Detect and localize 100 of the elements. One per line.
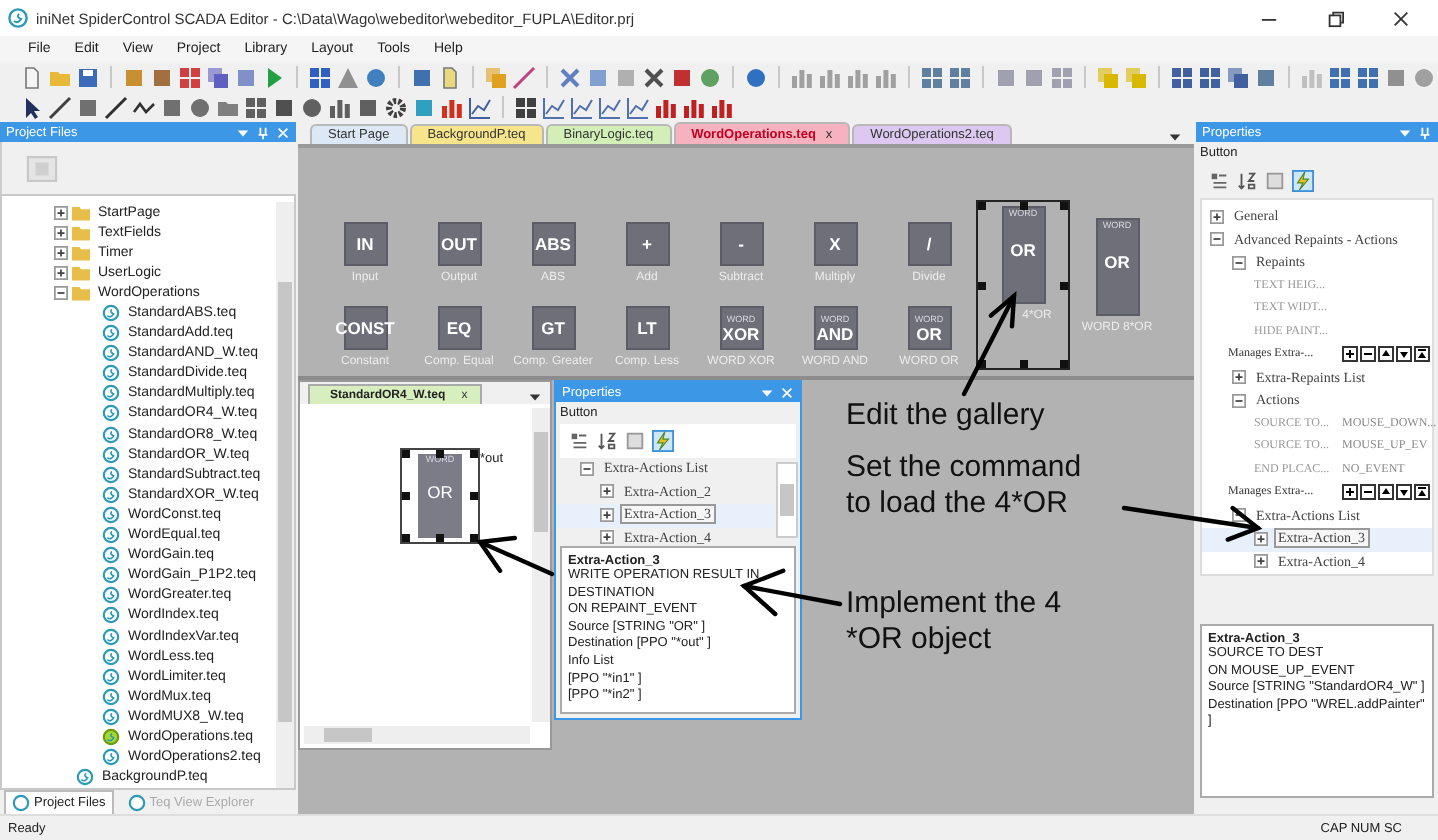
remove-icon[interactable] bbox=[1360, 484, 1376, 501]
expand-icon[interactable] bbox=[1254, 554, 1268, 569]
categorized-icon[interactable] bbox=[568, 430, 590, 452]
scrollbar[interactable] bbox=[776, 462, 798, 538]
function-block[interactable]: + bbox=[625, 222, 669, 266]
move-down-icon[interactable] bbox=[1396, 484, 1412, 501]
circle-icon[interactable] bbox=[698, 65, 722, 89]
expand-icon[interactable] bbox=[1232, 370, 1246, 385]
expand-icon[interactable] bbox=[600, 507, 614, 522]
dropdown-icon[interactable] bbox=[528, 390, 542, 404]
remove-icon[interactable] bbox=[1360, 346, 1376, 363]
chart-icon[interactable] bbox=[626, 95, 650, 119]
expand-icon[interactable] bbox=[600, 530, 614, 545]
circle-icon[interactable] bbox=[744, 65, 768, 89]
scrollbar[interactable] bbox=[532, 408, 550, 722]
grid-icon[interactable] bbox=[1170, 65, 1194, 89]
grid-icon[interactable] bbox=[514, 95, 538, 119]
gear-icon[interactable] bbox=[384, 95, 408, 119]
sort-icon[interactable] bbox=[1236, 170, 1258, 192]
function-block[interactable]: - bbox=[719, 222, 763, 266]
sort-icon[interactable] bbox=[596, 430, 618, 452]
square-icon[interactable] bbox=[76, 95, 100, 119]
top-icon[interactable] bbox=[1414, 346, 1430, 363]
bars-icon[interactable] bbox=[874, 65, 898, 89]
bars-icon[interactable] bbox=[846, 65, 870, 89]
chart-icon[interactable] bbox=[468, 95, 492, 119]
grid-icon[interactable] bbox=[1356, 65, 1380, 89]
maximize-icon[interactable] bbox=[1326, 9, 1344, 27]
function-block[interactable]: OUT bbox=[437, 222, 481, 266]
circle-icon[interactable] bbox=[300, 95, 324, 119]
add-icon[interactable] bbox=[1342, 346, 1358, 363]
file-icon bbox=[127, 793, 146, 811]
add-icon[interactable] bbox=[1342, 484, 1358, 501]
line-icon[interactable] bbox=[48, 95, 72, 119]
grid-icon[interactable] bbox=[244, 95, 268, 119]
bars-icon[interactable] bbox=[440, 95, 464, 119]
chart-icon[interactable] bbox=[598, 95, 622, 119]
expand-icon[interactable] bbox=[600, 484, 614, 499]
square-icon[interactable] bbox=[670, 65, 694, 89]
annotation-text: Implement the 4 *OR object bbox=[846, 586, 1064, 658]
move-down-icon[interactable] bbox=[1396, 346, 1412, 363]
top-icon[interactable] bbox=[1414, 484, 1430, 501]
lightning-icon[interactable] bbox=[1292, 170, 1314, 192]
lightning-icon[interactable] bbox=[652, 430, 674, 452]
layers-icon[interactable] bbox=[206, 65, 230, 89]
collapse-icon[interactable] bbox=[1232, 255, 1246, 270]
function-block[interactable]: ABS bbox=[531, 222, 575, 266]
square-icon[interactable] bbox=[1254, 65, 1278, 89]
collapse-icon[interactable] bbox=[1232, 393, 1246, 408]
function-block[interactable]: EQ bbox=[437, 306, 481, 350]
scrollbar[interactable] bbox=[276, 202, 294, 788]
collapse-icon[interactable] bbox=[54, 285, 68, 300]
square-icon[interactable] bbox=[356, 95, 380, 119]
circle-icon[interactable] bbox=[1412, 65, 1436, 89]
grid-icon[interactable] bbox=[1328, 65, 1352, 89]
bars-icon[interactable] bbox=[710, 95, 734, 119]
chart-icon[interactable] bbox=[570, 95, 594, 119]
cursor-icon[interactable] bbox=[20, 95, 44, 119]
cross-icon[interactable] bbox=[558, 65, 582, 89]
line-icon[interactable] bbox=[104, 95, 128, 119]
function-block[interactable]: X bbox=[813, 222, 857, 266]
collapse-icon[interactable] bbox=[1210, 232, 1224, 247]
file-icon bbox=[12, 793, 30, 811]
function-block[interactable]: / bbox=[907, 222, 951, 266]
grid-icon[interactable] bbox=[178, 65, 202, 89]
close-icon[interactable] bbox=[1392, 9, 1410, 27]
bars-icon[interactable] bbox=[682, 95, 706, 119]
scrollbar[interactable] bbox=[304, 726, 530, 744]
triangle-icon[interactable] bbox=[336, 65, 360, 89]
bars-icon[interactable] bbox=[818, 65, 842, 89]
square-icon[interactable] bbox=[272, 95, 296, 119]
chart-icon[interactable] bbox=[542, 95, 566, 119]
bars-icon[interactable] bbox=[790, 65, 814, 89]
pin-icon[interactable] bbox=[256, 125, 270, 139]
square-icon[interactable] bbox=[410, 65, 434, 89]
bars-icon[interactable] bbox=[654, 95, 678, 119]
layers-icon[interactable] bbox=[1226, 65, 1250, 89]
expand-icon[interactable] bbox=[54, 225, 68, 240]
function-block[interactable]: LT bbox=[625, 306, 669, 350]
app-icon bbox=[8, 8, 28, 28]
move-up-icon[interactable] bbox=[1378, 484, 1394, 501]
square-icon[interactable] bbox=[160, 95, 184, 119]
expand-icon[interactable] bbox=[54, 265, 68, 280]
expand-icon[interactable] bbox=[1254, 531, 1268, 546]
collapse-icon[interactable] bbox=[580, 461, 594, 476]
square-icon[interactable] bbox=[150, 65, 174, 89]
expand-icon[interactable] bbox=[54, 245, 68, 260]
circle-icon[interactable] bbox=[364, 65, 388, 89]
function-block[interactable]: IN bbox=[343, 222, 387, 266]
circle-icon[interactable] bbox=[188, 95, 212, 119]
pin-icon[interactable] bbox=[1418, 125, 1432, 139]
cross-icon[interactable] bbox=[642, 65, 666, 89]
grid-icon[interactable] bbox=[308, 65, 332, 89]
function-block[interactable]: GT bbox=[531, 306, 575, 350]
expand-icon[interactable] bbox=[1210, 209, 1224, 224]
bars-icon[interactable] bbox=[328, 95, 352, 119]
move-up-icon[interactable] bbox=[1378, 346, 1394, 363]
grid-icon[interactable] bbox=[1198, 65, 1222, 89]
expand-icon[interactable] bbox=[54, 205, 68, 220]
categorized-icon[interactable] bbox=[1208, 170, 1230, 192]
